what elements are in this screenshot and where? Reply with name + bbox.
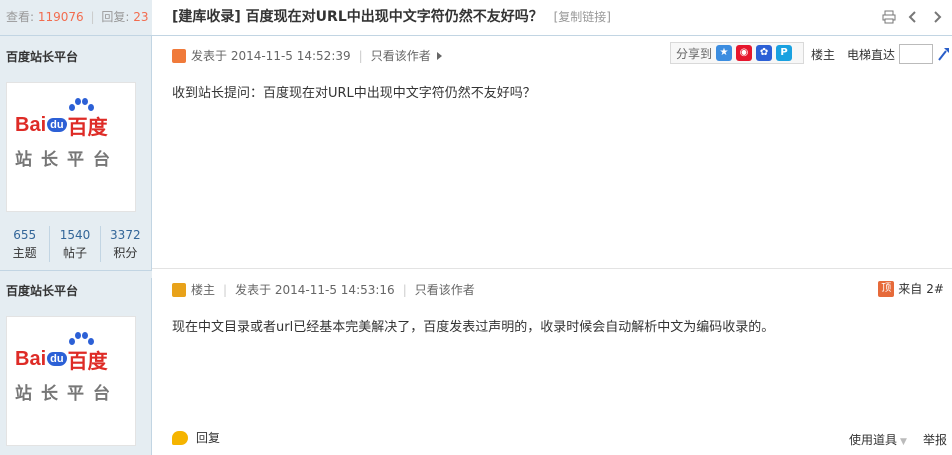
post-actions: 回复 使用道具 ▼ 举报 [152, 423, 952, 455]
reply-button[interactable]: 回复 [172, 429, 220, 446]
stat-value: 1540 [59, 228, 91, 242]
logo-subtitle: 站长平台 [15, 150, 119, 170]
online-status-icon [172, 49, 186, 63]
stat-points[interactable]: 3372 积分 [101, 226, 150, 262]
post-time: 发表于 2014-11-5 14:53:16 [235, 283, 395, 297]
top-icon[interactable]: 顶 [878, 280, 895, 297]
share-tieba-icon[interactable]: P [776, 45, 793, 61]
baidu-logo: Bai du 百度 站长平台 [15, 332, 129, 404]
only-author-link[interactable]: 只看该作者 [415, 279, 475, 301]
paw-icon [68, 96, 94, 114]
share-qzone-icon[interactable]: ★ [716, 45, 733, 61]
post-meta: 楼主 | 发表于 2014-11-5 14:53:16 | 只看该作者 [172, 279, 475, 301]
floor-number: 顶 来自 2# [878, 280, 944, 297]
arrow-right-icon[interactable] [436, 52, 442, 60]
logo-du: du [47, 352, 67, 366]
posts-column: 发表于 2014-11-5 14:52:39 | 只看该作者 分享到 ★ ◉ ✿… [152, 0, 952, 455]
logo-subtitle: 站长平台 [15, 384, 119, 404]
report-button[interactable]: 举报 [923, 431, 947, 448]
meta-separator: | [358, 49, 363, 63]
logo-wordmark: Bai du 百度 [15, 332, 129, 373]
floor-label: 楼主 [811, 48, 836, 62]
post-content: 现在中文目录或者url已经基本完美解决了，百度发表过声明的，收录时候会自动解析中… [172, 320, 775, 335]
goto-floor-label: 电梯直达 [847, 48, 896, 62]
share-bar: 分享到 ★ ◉ ✿ P [670, 42, 804, 64]
stat-label: 帖子 [62, 246, 87, 260]
thread-stats: 查看: 119076 | 回复: 23 [0, 0, 152, 36]
baidu-logo: Bai du 百度 站长平台 [15, 98, 129, 170]
chevron-down-icon: ▼ [900, 437, 907, 447]
logo-brand: 百度 [67, 350, 108, 373]
post-divider [0, 270, 152, 278]
reply-label: 回复 [196, 431, 221, 445]
replies-label: 回复: [101, 10, 130, 24]
stat-posts[interactable]: 1540 帖子 [50, 226, 101, 262]
use-tool-button[interactable]: 使用道具 ▼ [849, 431, 907, 448]
only-author-link[interactable]: 只看该作者 [371, 45, 431, 67]
stats-separator: | [90, 10, 95, 24]
stat-value: 3372 [110, 228, 141, 242]
logo-wordmark: Bai du 百度 [15, 98, 129, 139]
share-weibo-icon[interactable]: ◉ [736, 45, 753, 61]
user-icon [172, 283, 186, 297]
post-content: 收到站长提问：百度现在对URL中出现中文字符仍然不友好吗？ [172, 86, 536, 101]
meta-separator: | [223, 283, 228, 297]
author-name[interactable]: 百度站长平台 [6, 48, 78, 65]
share-baidu-icon[interactable]: ✿ [756, 45, 773, 61]
stat-label: 主题 [12, 246, 37, 260]
avatar[interactable]: Bai du 百度 站长平台 [6, 82, 136, 212]
stat-label: 积分 [113, 246, 138, 260]
views-label: 查看: [6, 10, 35, 24]
author-stats: 655 主题 1540 帖子 3372 积分 [0, 226, 150, 262]
author-name[interactable]: 百度站长平台 [6, 282, 78, 299]
logo-brand: 百度 [67, 116, 108, 139]
reply-icon [172, 430, 188, 445]
logo-du: du [47, 118, 67, 132]
meta-separator: | [402, 283, 407, 297]
logo-bai: Bai [15, 347, 47, 370]
floor-label: 楼主 [191, 283, 216, 297]
use-tool-label: 使用道具 [849, 433, 898, 447]
post-meta: 发表于 2014-11-5 14:52:39 | 只看该作者 [172, 45, 442, 67]
share-label: 分享到 [676, 46, 713, 61]
goto-floor-input[interactable] [899, 44, 933, 64]
stat-topics[interactable]: 655 主题 [0, 226, 51, 262]
replies-count: 23 [133, 10, 149, 24]
goto-floor-icon[interactable] [937, 46, 951, 62]
post-time: 发表于 2014-11-5 14:52:39 [191, 49, 351, 63]
avatar[interactable]: Bai du 百度 站长平台 [6, 316, 136, 446]
logo-bai: Bai [15, 113, 47, 136]
floor-number-text[interactable]: 2# [926, 282, 944, 296]
paw-icon [68, 330, 94, 348]
from-label: 来自 [898, 282, 923, 296]
stat-value: 655 [13, 228, 37, 242]
views-count: 119076 [37, 10, 84, 24]
